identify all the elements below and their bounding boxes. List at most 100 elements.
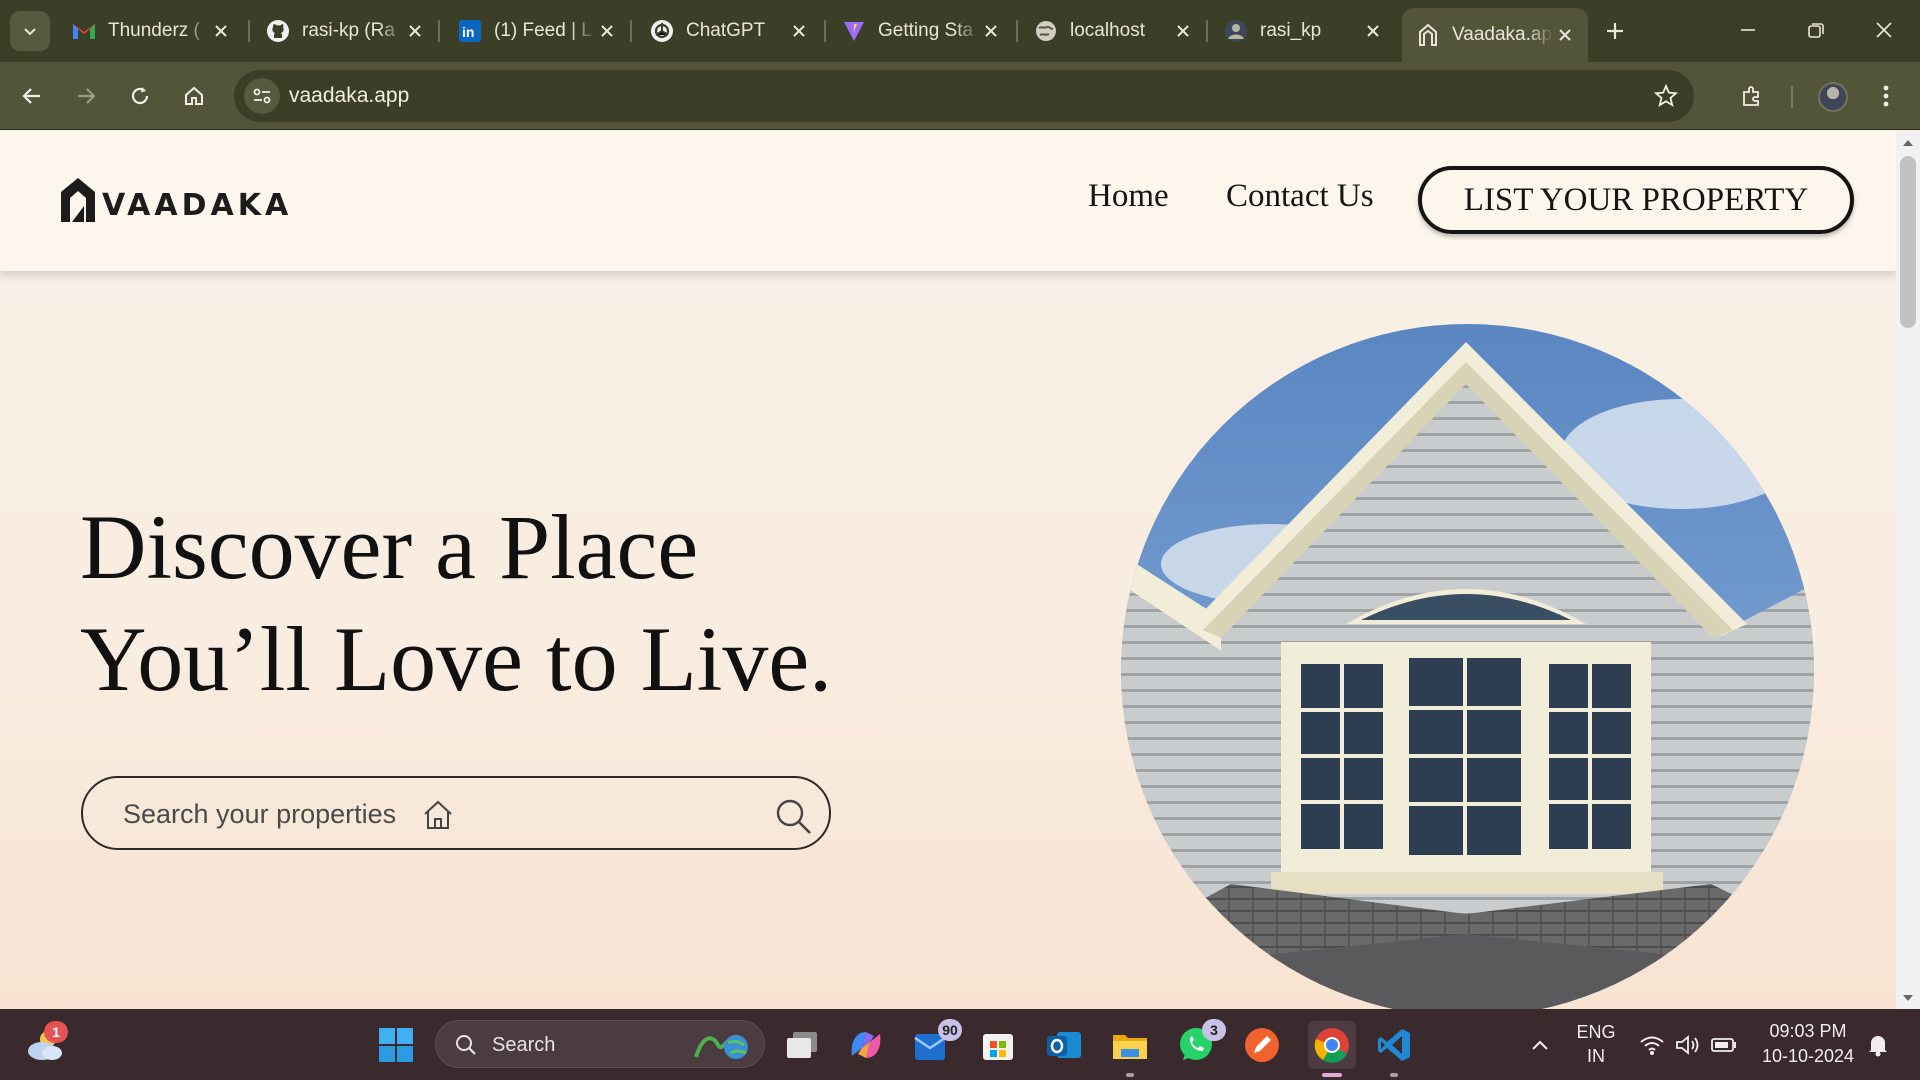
- scroll-down-arrow[interactable]: [1900, 990, 1916, 1006]
- notification-badge: 90: [938, 1019, 962, 1041]
- search-icon[interactable]: [773, 796, 813, 836]
- nav-contact-link[interactable]: Contact Us: [1226, 178, 1374, 215]
- tab-separator: [248, 20, 250, 42]
- browser-tab-strip: Thunderz ( rasi-kp (Ra in (1) Feed | L C…: [0, 0, 1920, 62]
- extensions-button[interactable]: [1730, 74, 1774, 118]
- notifications-button[interactable]: [1858, 1025, 1898, 1065]
- search-icon: [456, 1035, 476, 1055]
- property-search-input[interactable]: [123, 796, 403, 832]
- close-icon[interactable]: [596, 20, 618, 42]
- close-icon[interactable]: [1362, 20, 1384, 42]
- tab-localhost[interactable]: localhost: [1020, 8, 1206, 54]
- tab-gmail[interactable]: Thunderz (: [58, 8, 244, 54]
- clock-date[interactable]: 10-10-2024: [1756, 1046, 1860, 1067]
- weather-widget[interactable]: 1: [26, 1021, 68, 1065]
- new-tab-button[interactable]: [1598, 14, 1632, 48]
- file-explorer-button[interactable]: [1110, 1025, 1150, 1065]
- list-property-button[interactable]: LIST YOUR PROPERTY: [1418, 166, 1854, 234]
- tab-title: Getting Sta: [878, 20, 974, 41]
- restore-button[interactable]: [1794, 10, 1838, 50]
- close-icon[interactable]: [1172, 20, 1194, 42]
- linkedin-icon: in: [458, 19, 482, 43]
- tab-chatgpt[interactable]: ChatGPT: [636, 8, 822, 54]
- outlook-new-button[interactable]: 90: [912, 1019, 962, 1065]
- task-view-icon: [787, 1032, 817, 1058]
- hero-line-2: You’ll Love to Live.: [80, 608, 833, 710]
- scrollbar-thumb[interactable]: [1900, 156, 1916, 328]
- ms-store-button[interactable]: [978, 1025, 1018, 1065]
- page-viewport: VAADAKA Home Contact Us LIST YOUR PROPER…: [0, 131, 1896, 1009]
- chrome-button[interactable]: [1308, 1021, 1356, 1069]
- battery-status[interactable]: [1704, 1025, 1744, 1065]
- volume-status[interactable]: [1668, 1025, 1708, 1065]
- tab-title: rasi-kp (Ra: [302, 20, 395, 41]
- more-vert-icon: [1883, 85, 1889, 107]
- search-highlight-icon: [694, 1034, 748, 1059]
- close-icon[interactable]: [1554, 24, 1576, 46]
- forward-button[interactable]: [64, 74, 108, 118]
- property-search-box[interactable]: [81, 776, 831, 850]
- close-icon[interactable]: [980, 20, 1002, 42]
- house-icon: [424, 800, 452, 829]
- windows-logo-icon: [379, 1028, 413, 1062]
- notification-badge: 3: [1202, 1019, 1226, 1041]
- pen-icon: [1245, 1028, 1279, 1062]
- address-bar[interactable]: vaadaka.app: [234, 70, 1694, 122]
- start-button[interactable]: [376, 1025, 416, 1065]
- language-indicator[interactable]: ENG: [1576, 1022, 1616, 1043]
- nav-home-link[interactable]: Home: [1088, 178, 1169, 215]
- github-icon: [266, 19, 290, 43]
- taskbar-search[interactable]: Search: [435, 1020, 765, 1068]
- copilot-icon: [851, 1032, 881, 1058]
- vscode-button[interactable]: [1374, 1025, 1414, 1065]
- vscode-icon: [1378, 1029, 1410, 1061]
- caret-up-icon: [1903, 140, 1913, 146]
- tab-separator: [824, 20, 826, 42]
- active-indicator: [1322, 1073, 1342, 1077]
- tab-vite[interactable]: Getting Sta: [828, 8, 1014, 54]
- notification-badge: 1: [44, 1021, 68, 1043]
- copilot-button[interactable]: [846, 1025, 886, 1065]
- tab-rasi-kp[interactable]: rasi_kp: [1210, 8, 1396, 54]
- bookmark-button[interactable]: [1652, 82, 1680, 110]
- close-icon[interactable]: [788, 20, 810, 42]
- scroll-up-arrow[interactable]: [1900, 135, 1916, 151]
- task-view-button[interactable]: [782, 1025, 822, 1065]
- tab-vaadaka[interactable]: Vaadaka.ap: [1402, 8, 1588, 62]
- chevron-up-icon: [1532, 1040, 1548, 1050]
- wifi-status[interactable]: [1632, 1025, 1672, 1065]
- region-indicator[interactable]: IN: [1576, 1046, 1616, 1067]
- outlook-button[interactable]: [1044, 1025, 1084, 1065]
- tab-linkedin[interactable]: in (1) Feed | L: [444, 8, 630, 54]
- home-icon: [185, 86, 203, 105]
- toolbar-divider: [1791, 86, 1793, 108]
- globe-icon: [1034, 19, 1058, 43]
- close-window-button[interactable]: [1862, 10, 1906, 50]
- gmail-icon: [72, 19, 96, 43]
- battery-icon: [1711, 1038, 1736, 1052]
- site-info-button[interactable]: [244, 78, 280, 114]
- tab-github[interactable]: rasi-kp (Ra: [252, 8, 438, 54]
- tab-search-button[interactable]: [10, 11, 50, 51]
- clock-time[interactable]: 09:03 PM: [1756, 1021, 1860, 1042]
- running-indicator: [1390, 1073, 1398, 1077]
- reload-button[interactable]: [118, 74, 162, 118]
- whatsapp-button[interactable]: 3: [1176, 1019, 1226, 1065]
- home-button[interactable]: [172, 74, 216, 118]
- tab-separator: [630, 20, 632, 42]
- close-icon[interactable]: [210, 20, 232, 42]
- show-hidden-icons-button[interactable]: [1520, 1025, 1560, 1065]
- menu-button[interactable]: [1864, 74, 1908, 118]
- minimize-icon: [1741, 29, 1755, 31]
- site-logo[interactable]: VAADAKA: [58, 175, 292, 225]
- minimize-button[interactable]: [1726, 10, 1770, 50]
- vaadaka-icon: [1416, 23, 1440, 47]
- pen-app-button[interactable]: [1242, 1025, 1282, 1065]
- outlook-icon: [1047, 1032, 1081, 1058]
- back-button[interactable]: [10, 74, 54, 118]
- profile-avatar[interactable]: [1818, 82, 1848, 112]
- star-icon: [1654, 84, 1678, 107]
- close-icon: [1876, 22, 1892, 38]
- close-icon[interactable]: [404, 20, 426, 42]
- tab-title: ChatGPT: [686, 20, 766, 41]
